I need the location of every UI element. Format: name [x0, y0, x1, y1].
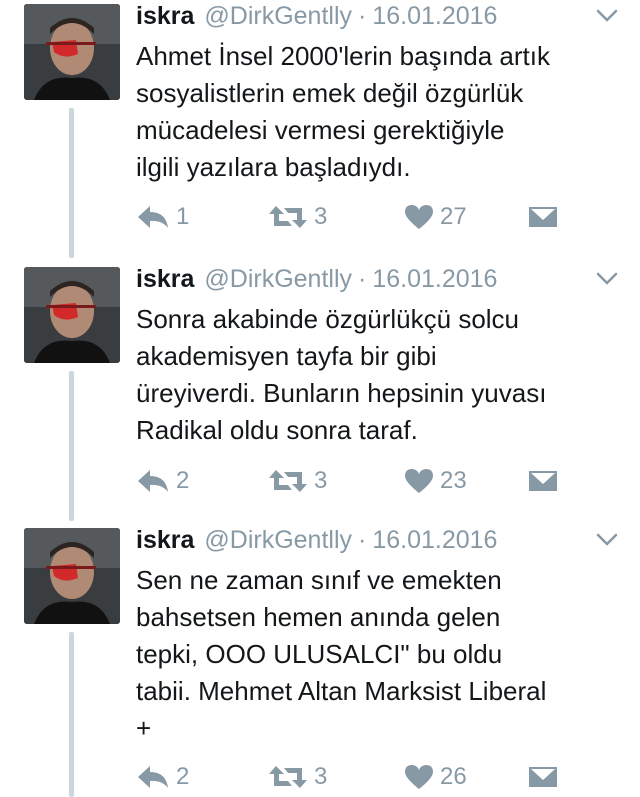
reply-icon	[138, 766, 168, 788]
tweet-actions: 2 3 26	[136, 762, 616, 792]
tweet-text-line: üreyiverdi. Bunların hepsinin yuvası	[136, 378, 547, 408]
tweet-actions: 1 3 27	[136, 202, 616, 232]
avatar-image	[24, 267, 120, 363]
chevron-down-icon[interactable]	[594, 265, 620, 291]
separator: ·	[358, 526, 367, 554]
tweet-text-line: akademisyen tayfa bir gibi	[136, 341, 437, 371]
reply-count: 2	[176, 467, 190, 494]
retweet-count: 3	[314, 763, 328, 790]
separator: ·	[358, 265, 367, 293]
username[interactable]: @DirkGentlly	[204, 526, 352, 555]
chevron-down-icon[interactable]	[594, 2, 620, 28]
reply-count: 1	[176, 203, 190, 230]
tweet-text-line: sosyalistlerin emek değil özgürlük	[136, 78, 524, 108]
retweet-icon	[269, 206, 307, 228]
tweet-text-line: tepki, OOO ULUSALCI" bu oldu	[136, 639, 503, 669]
envelope-icon	[529, 767, 557, 787]
tweet-text: Ahmet İnsel 2000'lerin başında artık sos…	[136, 38, 626, 186]
like-button[interactable]: 26	[404, 762, 467, 792]
tweet-text-line: Ahmet İnsel 2000'lerin başında artık	[136, 41, 550, 71]
avatar-image	[24, 528, 120, 624]
thread-line	[69, 108, 74, 258]
tweet-text-line: Sonra akabinde özgürlükçü solcu	[136, 304, 520, 334]
tweet-text: Sonra akabinde özgürlükçü solcu akademis…	[136, 301, 626, 449]
tweet-date[interactable]: 16.01.2016	[372, 526, 497, 555]
tweet-date[interactable]: 16.01.2016	[372, 2, 497, 31]
avatar-image	[24, 4, 120, 100]
tweet-header: iskra @DirkGentlly · 16.01.2016	[136, 265, 497, 299]
tweet-header: iskra @DirkGentlly · 16.01.2016	[136, 2, 497, 36]
heart-icon	[405, 469, 433, 493]
direct-message-button[interactable]	[528, 466, 558, 496]
reply-button[interactable]: 2	[136, 466, 189, 496]
envelope-icon	[529, 207, 557, 227]
heart-icon	[405, 765, 433, 789]
reply-button[interactable]: 1	[136, 202, 189, 232]
reply-icon	[138, 470, 168, 492]
tweet[interactable]: iskra @DirkGentlly · 16.01.2016 Sonra ak…	[0, 263, 640, 525]
avatar[interactable]	[24, 267, 120, 363]
tweet-text-line: Sen ne zaman sınıf ve emekten	[136, 565, 502, 595]
tweet-text-line: Radikal oldu sonra taraf.	[136, 415, 418, 445]
reply-icon	[138, 206, 168, 228]
retweet-icon	[269, 470, 307, 492]
thread-line	[69, 371, 74, 521]
heart-icon	[405, 205, 433, 229]
tweet-actions: 2 3 23	[136, 466, 616, 496]
tweet-text-line: +	[136, 713, 152, 743]
avatar[interactable]	[24, 4, 120, 100]
like-count: 27	[440, 203, 467, 230]
tweet-header: iskra @DirkGentlly · 16.01.2016	[136, 526, 497, 560]
retweet-button[interactable]: 3	[268, 466, 327, 496]
reply-count: 2	[176, 763, 190, 790]
tweet-text-line: mücadelesi vermesi gerektiğiyle	[136, 115, 505, 145]
like-button[interactable]: 27	[404, 202, 467, 232]
separator: ·	[358, 2, 367, 30]
direct-message-button[interactable]	[528, 202, 558, 232]
envelope-icon	[529, 471, 557, 491]
display-name[interactable]: iskra	[136, 526, 194, 555]
avatar[interactable]	[24, 528, 120, 624]
like-count: 26	[440, 763, 467, 790]
tweet-text-line: tabii. Mehmet Altan Marksist Liberal	[136, 676, 547, 706]
tweet[interactable]: iskra @DirkGentlly · 16.01.2016 Sen ne z…	[0, 524, 640, 797]
direct-message-button[interactable]	[528, 762, 558, 792]
reply-button[interactable]: 2	[136, 762, 189, 792]
tweet-text: Sen ne zaman sınıf ve emekten bahsetsen …	[136, 562, 626, 747]
tweet-date[interactable]: 16.01.2016	[372, 265, 497, 294]
username[interactable]: @DirkGentlly	[204, 265, 352, 294]
tweet[interactable]: iskra @DirkGentlly · 16.01.2016 Ahmet İn…	[0, 0, 640, 262]
tweet-text-line: ilgili yazılara başladıydı.	[136, 152, 411, 182]
retweet-count: 3	[314, 467, 328, 494]
tweet-text-line: bahsetsen hemen anında gelen	[136, 602, 501, 632]
chevron-down-icon[interactable]	[594, 526, 620, 552]
like-count: 23	[440, 467, 467, 494]
retweet-count: 3	[314, 203, 328, 230]
like-button[interactable]: 23	[404, 466, 467, 496]
display-name[interactable]: iskra	[136, 265, 194, 294]
username[interactable]: @DirkGentlly	[204, 2, 352, 31]
retweet-icon	[269, 766, 307, 788]
display-name[interactable]: iskra	[136, 2, 194, 31]
retweet-button[interactable]: 3	[268, 762, 327, 792]
retweet-button[interactable]: 3	[268, 202, 327, 232]
thread-line	[69, 632, 74, 797]
